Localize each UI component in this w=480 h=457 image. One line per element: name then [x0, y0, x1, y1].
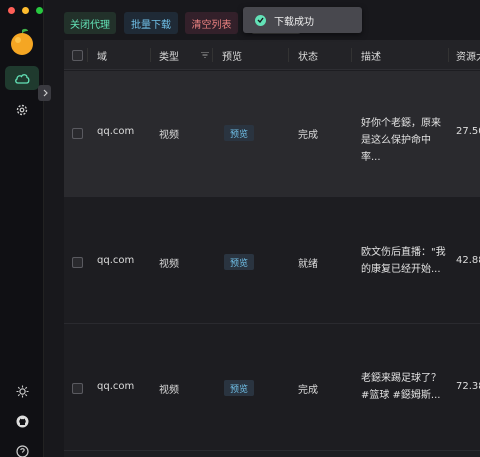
- row-description: 欧文伤后直播："我的康复已经开始...: [361, 247, 446, 275]
- orange-logo: [9, 28, 35, 56]
- help-icon: [15, 444, 29, 457]
- sidebar: [0, 0, 51, 457]
- toast-message: 下载成功: [274, 16, 314, 28]
- gear-icon: [16, 104, 28, 116]
- row-domain: qq.com: [97, 381, 135, 392]
- chevron-right-icon: [43, 89, 48, 97]
- window-minimize-button[interactable]: [22, 7, 29, 14]
- row-checkbox[interactable]: [72, 383, 83, 394]
- check-circle-icon: [255, 14, 266, 26]
- window-maximize-button[interactable]: [36, 7, 43, 14]
- table-row[interactable]: qq.com 视频 预览 完成 老鐚来踢足球了？#篮球 #鐚姆斯... 72.3…: [64, 325, 480, 451]
- row-status: 完成: [298, 130, 318, 141]
- theme-toggle-button[interactable]: [14, 383, 30, 399]
- row-checkbox[interactable]: [72, 257, 83, 268]
- row-status: 就绪: [298, 259, 318, 270]
- github-icon: [16, 415, 28, 427]
- row-type: 视频: [159, 130, 179, 141]
- cloud-icon: [15, 74, 30, 84]
- table-row[interactable]: qq.com 视频 预览 就绪 欧文伤后直播："我的康复已经开始... 42.8…: [64, 198, 480, 324]
- preview-button[interactable]: 预览: [224, 254, 254, 270]
- collapse-sidebar-button[interactable]: [38, 85, 51, 101]
- help-button[interactable]: [14, 443, 30, 457]
- row-domain: qq.com: [97, 255, 135, 266]
- github-link[interactable]: [14, 413, 30, 429]
- column-size: 资源大: [456, 51, 480, 63]
- column-type: 类型: [159, 51, 179, 63]
- select-all-checkbox[interactable]: [72, 40, 83, 70]
- column-preview: 预览: [222, 51, 242, 63]
- row-size: 72.38: [456, 381, 480, 392]
- batch-download-button[interactable]: 批量下载: [124, 12, 178, 34]
- filter-icon[interactable]: [201, 40, 209, 70]
- close-proxy-button[interactable]: 关闭代理: [64, 12, 116, 34]
- table-row[interactable]: qq.com 视频 预览 完成 好你个老鐚，原来是这么保护命中率... 27.5…: [64, 71, 480, 197]
- sun-icon: [16, 385, 28, 397]
- nav-cloud-icon[interactable]: [5, 66, 39, 90]
- column-status: 状态: [298, 51, 318, 63]
- row-size: 27.50: [456, 126, 480, 137]
- row-description: 好你个老鐚，原来是这么保护命中率...: [361, 118, 441, 163]
- column-description: 描述: [361, 51, 381, 63]
- window-close-button[interactable]: [8, 7, 15, 14]
- row-size: 42.88: [456, 255, 480, 266]
- preview-button[interactable]: 预览: [224, 380, 254, 396]
- row-description: 老鐚来踢足球了？#篮球 #鐚姆斯...: [361, 373, 441, 401]
- row-domain: qq.com: [97, 126, 135, 137]
- row-status: 完成: [298, 385, 318, 396]
- clear-list-button[interactable]: 清空列表: [185, 12, 238, 34]
- nav-settings-button[interactable]: [12, 100, 32, 120]
- preview-button[interactable]: 预览: [224, 125, 254, 141]
- table-header: 域 类型 预览 状态 描述 资源大: [64, 40, 480, 70]
- row-checkbox[interactable]: [72, 128, 83, 139]
- toast-notification: 下载成功: [243, 7, 362, 33]
- row-type: 视频: [159, 259, 179, 270]
- resource-table: 域 类型 预览 状态 描述 资源大 qq.com 视频 预览 完成 好你个老鐚，…: [64, 40, 480, 457]
- column-domain: 域: [97, 51, 107, 63]
- row-type: 视频: [159, 385, 179, 396]
